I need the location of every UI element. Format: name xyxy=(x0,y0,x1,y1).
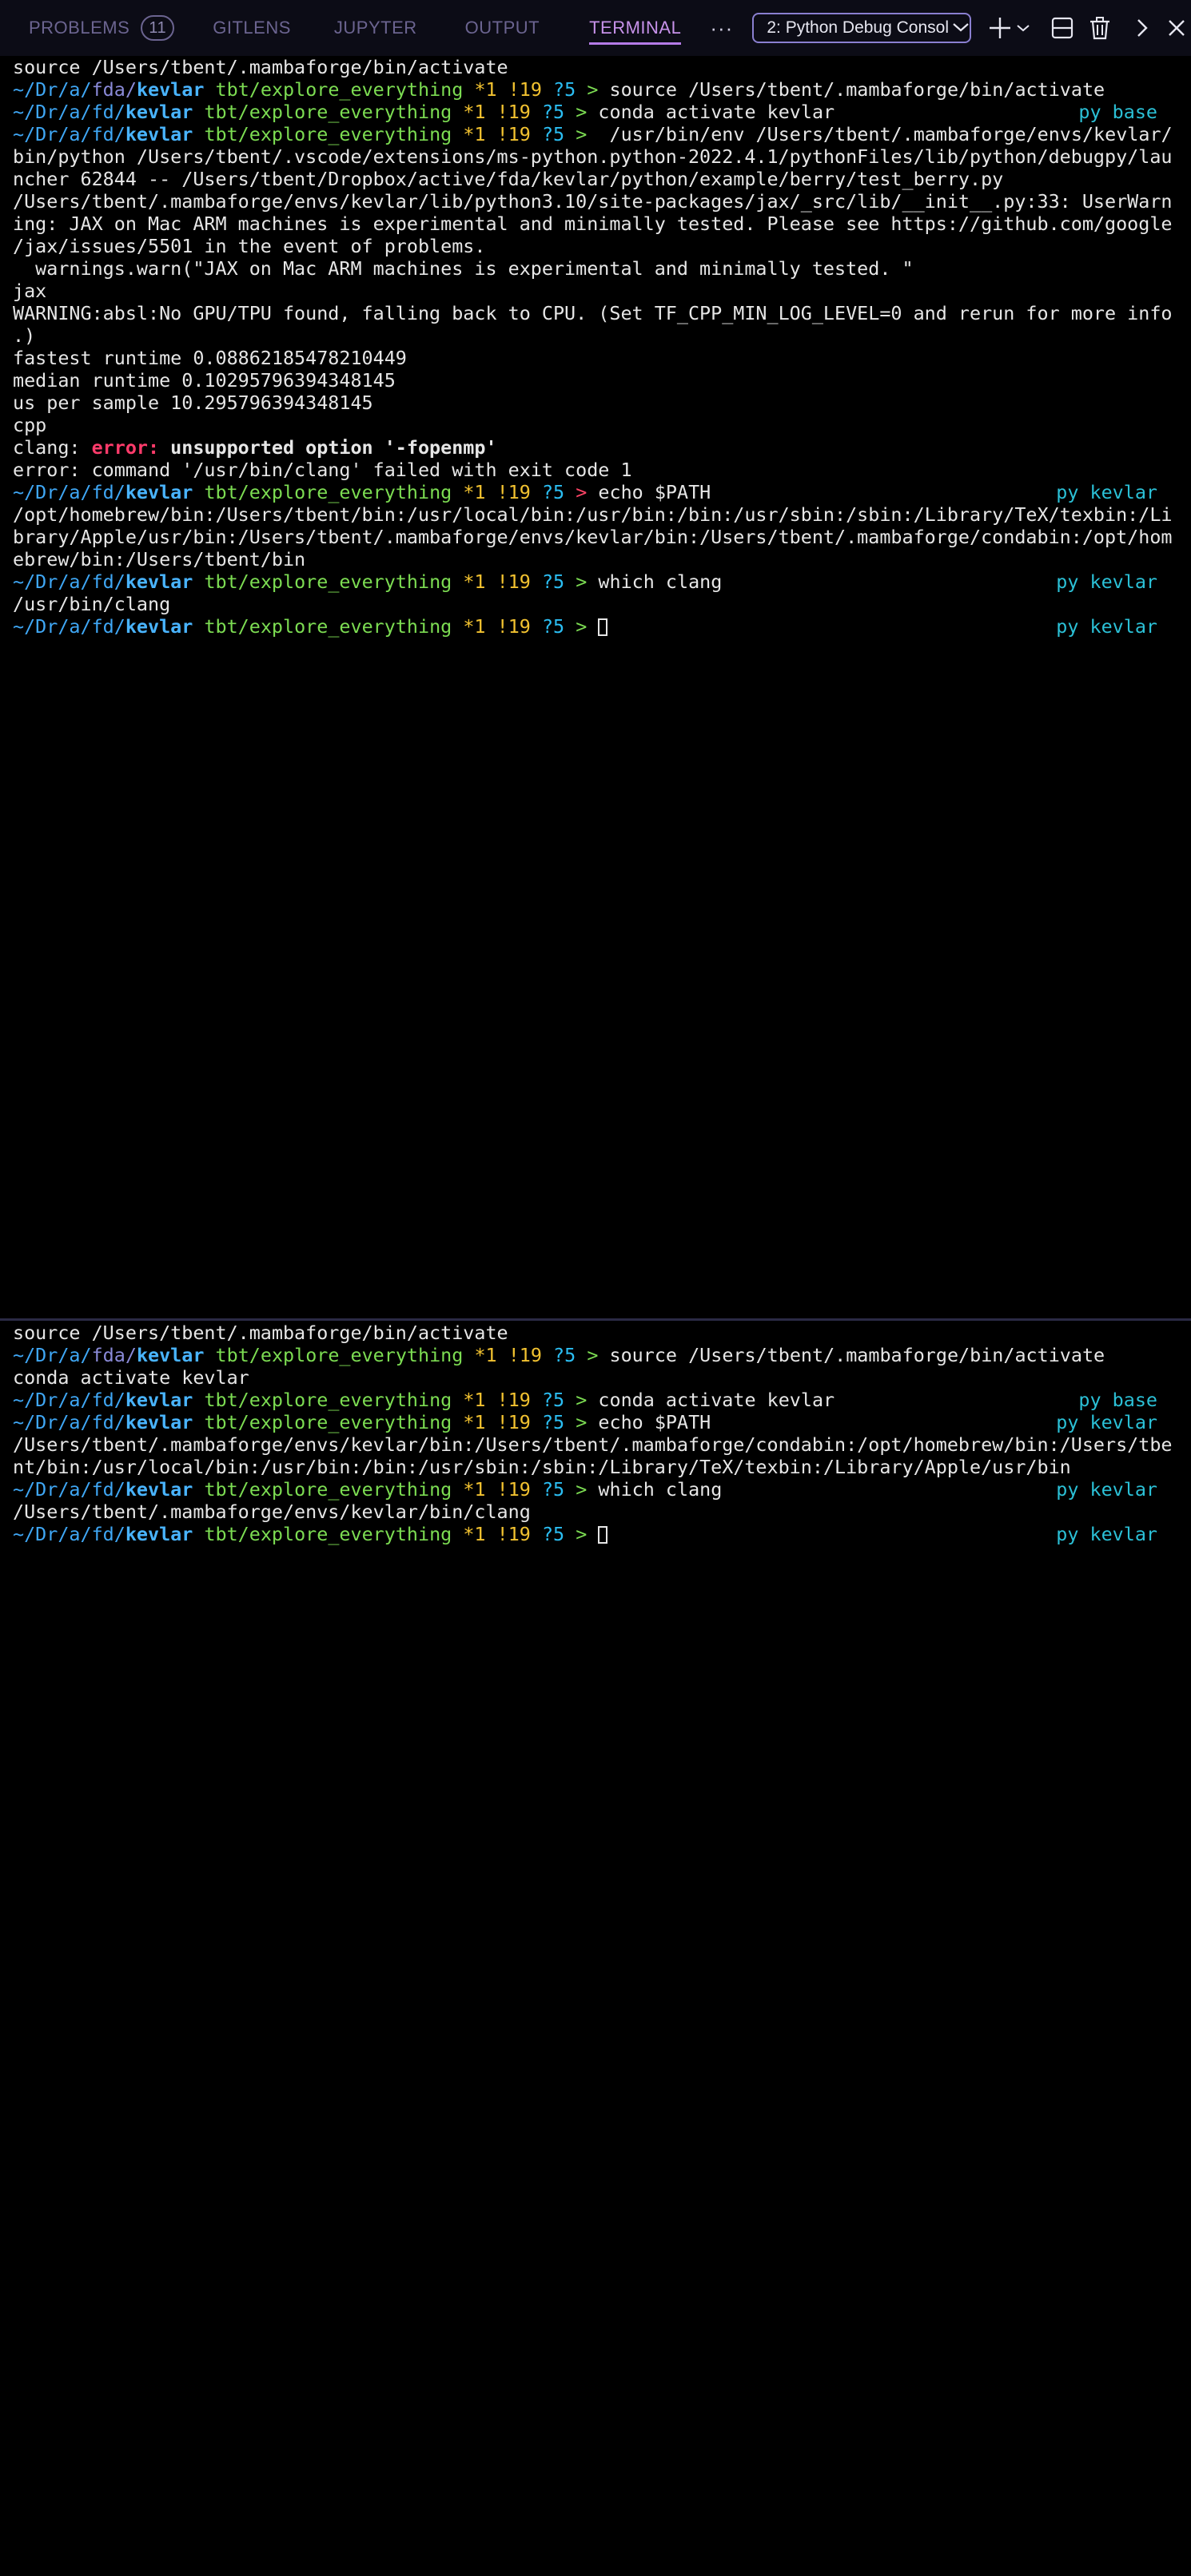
terminal-pane-top[interactable]: source /Users/tbent/.mambaforge/bin/acti… xyxy=(0,56,1191,1318)
tab-terminal[interactable]: TERMINAL xyxy=(589,0,682,56)
chevron-down-icon xyxy=(952,18,970,38)
tab-output[interactable]: OUTPUT xyxy=(465,0,540,56)
env-indicator: py kevlar xyxy=(1056,1478,1157,1501)
trash-icon[interactable] xyxy=(1085,12,1113,44)
env-indicator: py base xyxy=(1078,101,1157,123)
new-terminal-chevron-down-icon[interactable] xyxy=(1014,12,1032,44)
error-label: error: xyxy=(91,436,160,459)
output-line: fastest runtime 0.08862185478210449 xyxy=(13,347,407,369)
problems-count-badge: 11 xyxy=(141,15,175,41)
env-indicator: py kevlar xyxy=(1056,570,1157,593)
output-line: ncher 62844 -- /Users/tbent/Dropbox/acti… xyxy=(13,168,1004,190)
env-indicator: py kevlar xyxy=(1056,615,1157,638)
output-line: /opt/homebrew/bin:/Users/tbent/bin:/usr/… xyxy=(13,503,1173,526)
tab-problems[interactable]: PROBLEMS 11 xyxy=(29,0,175,56)
output-line: /Users/tbent/.mambaforge/envs/kevlar/lib… xyxy=(13,190,1173,213)
chevron-right-icon[interactable] xyxy=(1129,12,1157,44)
prompt-line: ~/Dr/a/fd/kevlar tbt/explore_everything … xyxy=(13,101,1157,123)
env-indicator: py kevlar xyxy=(1056,1523,1157,1545)
output-line: conda activate kevlar xyxy=(13,1366,249,1389)
output-line: ing: JAX on Mac ARM machines is experime… xyxy=(13,213,1173,235)
env-indicator: py kevlar xyxy=(1056,481,1157,503)
panel-tab-bar: PROBLEMS 11 GITLENS JUPYTER OUTPUT TERMI… xyxy=(0,0,1191,56)
prompt-line: ~/Dr/a/fda/kevlar tbt/explore_everything… xyxy=(13,78,1105,101)
tab-problems-label: PROBLEMS xyxy=(29,18,130,38)
output-line: jax xyxy=(13,280,47,302)
terminal-cursor xyxy=(598,618,608,636)
pane-divider[interactable] xyxy=(0,1318,1191,1321)
prompt-line: ~/Dr/a/fd/kevlar tbt/explore_everything … xyxy=(13,123,1173,145)
terminal-select-dropdown[interactable]: 2: Python Debug Console xyxy=(752,13,971,43)
output-line: cpp xyxy=(13,414,47,436)
output-line: source /Users/tbent/.mambaforge/bin/acti… xyxy=(13,56,508,78)
output-line: source /Users/tbent/.mambaforge/bin/acti… xyxy=(13,1322,508,1344)
output-line: warnings.warn("JAX on Mac ARM machines i… xyxy=(13,257,914,280)
tab-jupyter[interactable]: JUPYTER xyxy=(334,0,417,56)
output-line: /Users/tbent/.mambaforge/envs/kevlar/bin… xyxy=(13,1433,1173,1456)
prompt-line: ~/Dr/a/fd/kevlar tbt/explore_everything … xyxy=(13,570,1157,593)
prompt-line: ~/Dr/a/fd/kevlar tbt/explore_everything … xyxy=(13,481,1157,503)
prompt-line: ~/Dr/a/fd/kevlar tbt/explore_everything … xyxy=(13,1389,1157,1411)
plus-icon[interactable] xyxy=(986,12,1014,44)
prompt-line: ~/Dr/a/fd/kevlar tbt/explore_everything … xyxy=(13,1411,1157,1433)
more-actions-icon[interactable]: ··· xyxy=(710,16,733,41)
prompt-line-active[interactable]: ~/Dr/a/fd/kevlar tbt/explore_everything … xyxy=(13,1523,1178,1545)
terminal-pane-bottom[interactable]: source /Users/tbent/.mambaforge/bin/acti… xyxy=(0,1322,1191,2576)
output-line: nt/bin:/usr/local/bin:/usr/bin:/bin:/usr… xyxy=(13,1456,1071,1478)
tab-gitlens[interactable]: GITLENS xyxy=(213,0,291,56)
output-line: WARNING:absl:No GPU/TPU found, falling b… xyxy=(13,302,1173,324)
close-icon[interactable] xyxy=(1163,12,1191,44)
prompt-line: ~/Dr/a/fd/kevlar tbt/explore_everything … xyxy=(13,1478,1157,1501)
terminal-select-value: 2: Python Debug Console xyxy=(767,18,949,37)
output-line: /usr/bin/clang xyxy=(13,593,171,615)
env-indicator: py base xyxy=(1078,1389,1157,1411)
output-line: ebrew/bin:/Users/tbent/bin xyxy=(13,548,306,570)
output-line: error: command '/usr/bin/clang' failed w… xyxy=(13,459,632,481)
output-line: /Users/tbent/.mambaforge/envs/kevlar/bin… xyxy=(13,1501,531,1523)
output-line: median runtime 0.10295796394348145 xyxy=(13,369,396,392)
error-line: clang: error: unsupported option '-fopen… xyxy=(13,436,497,459)
split-icon[interactable] xyxy=(1048,12,1076,44)
terminal-cursor xyxy=(598,1526,608,1544)
env-indicator: py kevlar xyxy=(1056,1411,1157,1433)
prompt-line: ~/Dr/a/fda/kevlar tbt/explore_everything… xyxy=(13,1344,1105,1366)
output-line: us per sample 10.295796394348145 xyxy=(13,392,373,414)
prompt-line-active[interactable]: ~/Dr/a/fd/kevlar tbt/explore_everything … xyxy=(13,615,1178,638)
output-line: bin/python /Users/tbent/.vscode/extensio… xyxy=(13,145,1173,168)
output-line: brary/Apple/usr/bin:/Users/tbent/.mambaf… xyxy=(13,526,1173,548)
output-line: /jax/issues/5501 in the event of problem… xyxy=(13,235,486,257)
output-line: .) xyxy=(13,324,36,347)
